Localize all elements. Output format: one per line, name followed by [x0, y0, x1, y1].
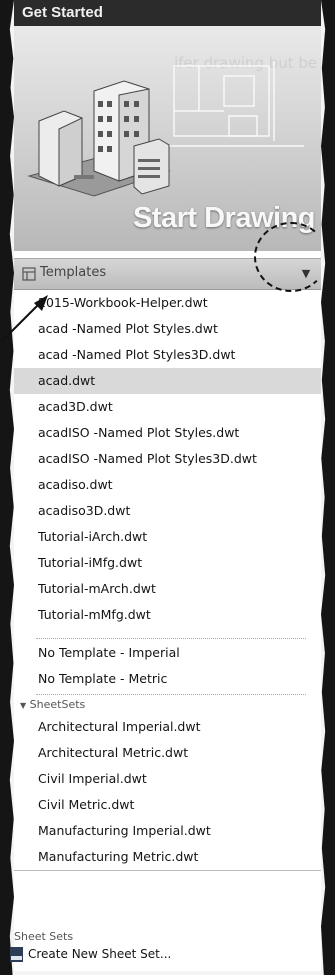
buildings-illustration — [27, 80, 171, 197]
template-item[interactable]: acadISO -Named Plot Styles.dwt — [14, 420, 321, 446]
template-item[interactable]: acad3D.dwt — [14, 394, 321, 420]
sheet-sets-divider — [14, 870, 321, 871]
sheetsets-label: SheetSets — [29, 698, 86, 711]
template-icon — [22, 267, 36, 281]
callout-circle — [254, 222, 328, 292]
template-item[interactable]: acadiso.dwt — [14, 472, 321, 498]
sheet-set-icon — [10, 947, 23, 962]
start-drawing-tile[interactable]: ifer drawing but be pa — [14, 26, 321, 251]
sheetset-template-item[interactable]: Architectural Metric.dwt — [14, 740, 321, 766]
paper-edge-left — [0, 0, 14, 975]
no-template-item[interactable]: No Template - Imperial — [14, 640, 321, 666]
sheetset-template-item[interactable]: Manufacturing Metric.dwt — [14, 844, 321, 870]
triangle-down-small-icon: ▼ — [20, 701, 27, 710]
sheetset-template-item[interactable]: Civil Imperial.dwt — [14, 766, 321, 792]
sheetset-template-item[interactable]: Civil Metric.dwt — [14, 792, 321, 818]
paper-edge-right — [321, 0, 335, 975]
templates-label: Templates — [40, 265, 107, 280]
no-template-item[interactable]: No Template - Metric — [14, 666, 321, 692]
floor-plan-illustration — [164, 61, 304, 147]
template-item[interactable]: Tutorial-mMfg.dwt — [14, 602, 321, 628]
template-item[interactable]: Tutorial-iMfg.dwt — [14, 550, 321, 576]
template-item[interactable]: acadiso3D.dwt — [14, 498, 321, 524]
sheetset-template-item[interactable]: Architectural Imperial.dwt — [14, 714, 321, 740]
template-item[interactable]: 2015-Workbook-Helper.dwt — [14, 290, 321, 316]
create-new-sheet-set-label: Create New Sheet Set... — [28, 947, 172, 961]
template-item[interactable]: Tutorial-iArch.dwt — [14, 524, 321, 550]
sheetsets-section-label: ▼ SheetSets — [20, 698, 85, 711]
template-item[interactable]: acad -Named Plot Styles.dwt — [14, 316, 321, 342]
template-item[interactable]: acad.dwt — [14, 368, 321, 394]
no-template-list: No Template - Imperial No Template - Metr… — [14, 640, 321, 692]
template-list: 2015-Workbook-Helper.dwt acad -Named Plot… — [14, 290, 321, 628]
get-started-header: Get Started — [14, 0, 321, 26]
template-separator — [36, 638, 306, 639]
template-item[interactable]: Tutorial-mArch.dwt — [14, 576, 321, 602]
template-item[interactable]: acadISO -Named Plot Styles3D.dwt — [14, 446, 321, 472]
sheetset-template-list: Architectural Imperial.dwt Architectural … — [14, 714, 321, 870]
sheetset-template-item[interactable]: Manufacturing Imperial.dwt — [14, 818, 321, 844]
template-item[interactable]: acad -Named Plot Styles3D.dwt — [14, 342, 321, 368]
sheet-sets-title: Sheet Sets — [14, 930, 74, 943]
start-drawing-panel: ifer drawing but be pa — [14, 26, 321, 971]
callout-arrow — [1, 295, 48, 342]
sheetsets-separator — [36, 694, 306, 695]
